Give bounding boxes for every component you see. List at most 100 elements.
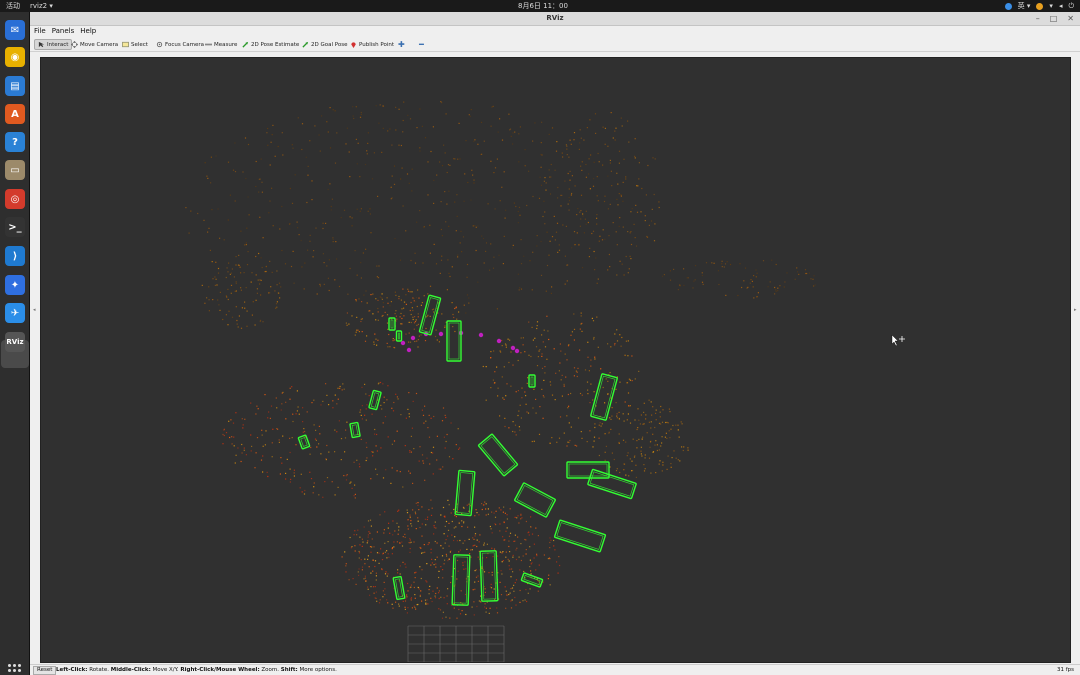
object-bounding-box bbox=[477, 433, 519, 477]
help-middle-click: Middle-Click: bbox=[110, 667, 151, 673]
mouse-cursor-icon bbox=[891, 334, 905, 347]
system-top-bar: 活动 rviz2 ▾ 8月6日 11：00 英 ▾ ▾ ◂ ⏻ bbox=[0, 0, 1080, 12]
rviz-window: RViz – □ ✕ File Panels Help Interact Mov… bbox=[30, 12, 1080, 675]
pose-estimate-tool-button[interactable]: 2D Pose Estimate bbox=[242, 39, 299, 50]
object-bounding-box bbox=[395, 330, 403, 342]
point-cloud-scene[interactable] bbox=[41, 58, 1071, 663]
goal-pose-label: 2D Goal Pose bbox=[311, 41, 348, 48]
interact-label: Interact bbox=[47, 41, 69, 48]
maximize-button[interactable]: □ bbox=[1050, 14, 1058, 23]
chrome-icon[interactable]: ◎ bbox=[5, 189, 25, 209]
menu-panels[interactable]: Panels bbox=[52, 26, 75, 37]
input-method-icon[interactable] bbox=[1004, 2, 1012, 10]
object-bounding-box bbox=[451, 554, 471, 606]
tool-bar: Interact Move Camera Select Focus Camera… bbox=[30, 37, 1080, 52]
lidar-point-cloud bbox=[185, 101, 816, 619]
pose-estimate-label: 2D Pose Estimate bbox=[251, 41, 300, 48]
remove-tool-button[interactable]: ━ bbox=[419, 39, 424, 50]
ground-grid bbox=[407, 625, 505, 662]
trajectory-marker bbox=[510, 345, 516, 351]
menu-bar: File Panels Help bbox=[30, 26, 1080, 37]
reset-button[interactable]: Reset bbox=[33, 666, 57, 675]
select-icon bbox=[122, 41, 129, 48]
trajectory-marker bbox=[514, 348, 520, 354]
goal-pose-tool-button[interactable]: 2D Goal Pose bbox=[302, 39, 348, 50]
object-bounding-box bbox=[566, 461, 610, 479]
help-shift: Shift: bbox=[280, 667, 298, 673]
help-zoom: Zoom. bbox=[259, 667, 281, 673]
system-tray[interactable]: 英 ▾ ▾ ◂ ⏻ bbox=[1004, 1, 1074, 11]
left-panel-collapse-handle[interactable]: ◂ bbox=[33, 307, 36, 313]
object-bounding-box bbox=[587, 468, 637, 500]
publish-point-tool-button[interactable]: Publish Point bbox=[350, 39, 394, 50]
move-camera-tool-button[interactable]: Move Camera bbox=[71, 39, 118, 50]
activities-button[interactable]: 活动 bbox=[6, 1, 20, 11]
focus-camera-tool-button[interactable]: Focus Camera bbox=[156, 39, 204, 50]
files-icon[interactable]: ▭ bbox=[5, 160, 25, 180]
measure-label: Measure bbox=[214, 41, 238, 48]
language-indicator[interactable]: 英 ▾ bbox=[1018, 1, 1031, 11]
terminal-icon[interactable]: >_ bbox=[5, 217, 25, 237]
trajectory-marker bbox=[438, 331, 444, 337]
focus-camera-label: Focus Camera bbox=[165, 41, 205, 48]
show-applications-icon[interactable] bbox=[8, 664, 22, 675]
help-more: More options. bbox=[297, 667, 337, 673]
object-bounding-box bbox=[297, 434, 311, 450]
help-icon[interactable]: ? bbox=[5, 132, 25, 152]
dock: ✉ ◉ ▤ A? ▭ ◎ >_ ⟩ ✦ ✈ RViz bbox=[0, 12, 30, 675]
clock[interactable]: 8月6日 11：00 bbox=[518, 1, 568, 11]
feishu-icon[interactable]: ✦ bbox=[5, 275, 25, 295]
map-pin-icon bbox=[351, 42, 356, 48]
object-bounding-box bbox=[392, 575, 406, 601]
fps-counter: 31 fps bbox=[1056, 667, 1074, 673]
cursor-icon bbox=[38, 41, 45, 48]
object-bounding-box bbox=[514, 482, 556, 518]
menu-help[interactable]: Help bbox=[80, 26, 96, 37]
move-camera-icon bbox=[71, 41, 78, 48]
volume-icon[interactable]: ◂ bbox=[1059, 1, 1063, 11]
measure-tool-button[interactable]: Measure bbox=[205, 39, 237, 50]
object-bounding-box bbox=[454, 469, 476, 517]
window-titlebar[interactable]: RViz – □ ✕ bbox=[30, 12, 1080, 26]
object-bounding-box bbox=[418, 294, 442, 336]
select-tool-button[interactable]: Select bbox=[122, 39, 148, 50]
select-label: Select bbox=[131, 41, 148, 48]
software-center-icon[interactable]: A bbox=[5, 104, 25, 124]
ruler-icon bbox=[205, 43, 212, 46]
rhythmbox-icon[interactable]: ◉ bbox=[5, 47, 25, 67]
focus-camera-icon bbox=[156, 41, 163, 48]
interact-tool-button[interactable]: Interact bbox=[34, 39, 73, 50]
lark-icon[interactable]: ✈ bbox=[5, 303, 25, 323]
move-camera-label: Move Camera bbox=[80, 41, 119, 48]
object-bounding-box bbox=[590, 373, 618, 421]
object-bounding-box bbox=[368, 389, 382, 411]
thunderbird-icon[interactable]: ✉ bbox=[5, 20, 25, 40]
vscode-icon[interactable]: ⟩ bbox=[5, 246, 25, 266]
trajectory-marker bbox=[496, 338, 502, 344]
rviz-icon[interactable]: RViz bbox=[5, 332, 25, 352]
trajectory-marker bbox=[406, 347, 412, 353]
menu-file[interactable]: File bbox=[34, 26, 46, 37]
notification-icon[interactable] bbox=[1036, 2, 1044, 10]
goal-arrow-icon bbox=[302, 41, 309, 48]
object-bounding-box bbox=[528, 374, 536, 388]
network-icon[interactable]: ▾ bbox=[1049, 1, 1053, 11]
help-right-click: Right-Click/Mouse Wheel: bbox=[180, 667, 260, 673]
add-tool-button[interactable]: ✚ bbox=[398, 39, 405, 50]
help-left-click: Left-Click: bbox=[56, 667, 88, 673]
object-bounding-box bbox=[349, 421, 361, 439]
power-icon[interactable]: ⏻ bbox=[1068, 1, 1074, 11]
close-button[interactable]: ✕ bbox=[1067, 14, 1074, 23]
pose-arrow-icon bbox=[242, 41, 249, 48]
publish-point-label: Publish Point bbox=[359, 41, 395, 48]
object-bounding-box bbox=[446, 320, 462, 362]
writer-icon[interactable]: ▤ bbox=[5, 76, 25, 96]
trajectory-marker bbox=[478, 332, 484, 338]
3d-render-viewport[interactable] bbox=[40, 57, 1071, 663]
object-bounding-box bbox=[553, 519, 607, 553]
app-menu[interactable]: rviz2 ▾ bbox=[30, 1, 53, 11]
minimize-button[interactable]: – bbox=[1036, 14, 1040, 23]
help-move: Move X/Y. bbox=[150, 667, 181, 673]
status-help-text: Left-Click: Rotate. Middle-Click: Move X… bbox=[56, 666, 337, 675]
right-panel-collapse-handle[interactable]: ▸ bbox=[1074, 307, 1077, 313]
